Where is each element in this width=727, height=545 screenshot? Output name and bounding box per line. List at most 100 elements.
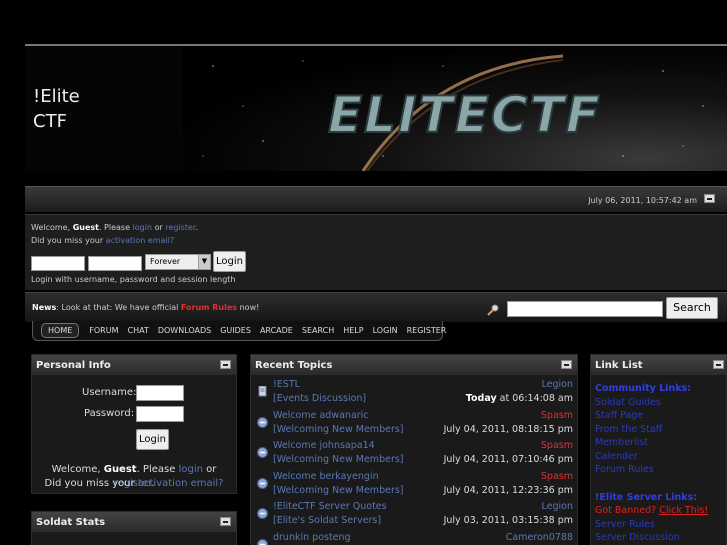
nav-search[interactable]: SEARCH [302,326,334,335]
soldat-stats-panel: Soldat Stats [31,511,237,545]
link-memberlist[interactable]: Memberlist [595,436,708,450]
topic-subject[interactable]: Welcome adwanaric [273,410,369,421]
nav-register[interactable]: REGISTER [407,326,447,335]
topic-board[interactable]: [Elite's Soldat Servers] [273,515,381,526]
document-icon [258,386,267,397]
panel-guest-name: Guest [103,464,137,475]
topic-date: July 03, 2011, 03:15:38 pm [444,515,573,526]
recent-topics-header: Recent Topics [251,355,577,375]
link-list-panel: Link List Community Links: Soldat Guides… [590,354,727,545]
link-forum-rules[interactable]: Forum Rules [595,463,708,477]
nav-downloads[interactable]: DOWNLOADS [158,326,211,335]
topic-author[interactable]: Spasm [541,410,573,421]
quick-login-button[interactable]: Login [213,251,246,272]
topic-row: Welcome johnsapa14 [Welcoming New Members… [257,440,573,470]
topic-author[interactable]: Spasm [541,471,573,482]
server-links-header: !Elite Server Links: [595,491,698,503]
community-links: Community Links: Soldat Guides Staff Pag… [595,382,708,545]
panel-activation-link[interactable]: activation email? [138,478,224,489]
topic-author[interactable]: Cameron0788 [506,532,573,543]
dropdown-arrow-icon: ▼ [198,255,210,269]
password-input[interactable] [136,406,184,422]
got-banned-text: Got Banned? [595,505,657,516]
forum-rules-link[interactable]: Forum Rules [181,303,237,312]
site-name[interactable]: !Elite CTF [33,84,80,134]
activation-link[interactable]: activation email? [106,236,174,245]
username-input[interactable] [136,385,184,401]
nav-guides[interactable]: GUIDES [220,326,251,335]
topic-author[interactable]: Legion [542,379,573,390]
search-input[interactable] [507,301,663,317]
topic-icon [257,477,268,489]
link-server-discussion[interactable]: Server Discussion [595,531,708,545]
recent-topics-title: Recent Topics [255,360,333,371]
topic-board[interactable]: [Welcoming New Members] [273,454,404,465]
collapse-link-list-icon[interactable] [713,360,724,369]
topic-icon [257,447,268,458]
topic-subject[interactable]: !EliteCTF Server Quotes [273,501,387,512]
link-list-header: Link List [591,355,726,375]
activation-text: Did you miss your activation email? [31,236,174,245]
collapse-recent-topics-icon[interactable] [561,360,572,369]
collapse-header-icon[interactable] [704,194,715,203]
search-button[interactable]: Search [666,297,718,319]
topic-date-text: July 04, 2011, 12:23:36 pm [443,484,573,496]
quick-password-input[interactable] [88,256,142,271]
link-staff-page[interactable]: Staff Page [595,409,708,423]
topic-date-bold: Today [465,393,497,404]
link-server-rules[interactable]: Server Rules [595,518,708,532]
topic-date-text: July 04, 2011, 07:10:46 pm [443,454,573,465]
personal-info-header: Personal Info [32,355,236,375]
link-soldat-guides[interactable]: Soldat Guides [595,396,708,410]
topic-author[interactable]: Spasm [541,440,573,451]
topic-subject[interactable]: Welcome johnsapa14 [273,440,375,451]
topic-board[interactable]: [Events Discussion] [273,393,366,404]
click-this-link[interactable]: Click This! [659,505,708,516]
topic-date-text: at 06:14:08 am [496,393,573,404]
banned-line: Got Banned? Click This! [595,504,708,518]
topic-board[interactable]: [Welcoming New Members] [273,424,404,435]
banner-image: ELITECTF [183,46,727,171]
soldat-stats-title: Soldat Stats [36,517,106,528]
session-length-select[interactable]: Forever ▼ [145,254,211,270]
topic-date: July 04, 2011, 12:23:36 pm [444,485,573,496]
nav-arcade[interactable]: ARCADE [260,326,293,335]
nav-help[interactable]: HELP [343,326,363,335]
nav-forum[interactable]: FORUM [89,326,118,335]
quick-username-input[interactable] [31,256,85,271]
collapse-soldat-stats-icon[interactable] [220,517,231,526]
link-from-the-staff[interactable]: From the Staff [595,423,708,437]
session-length-value: Forever [150,257,181,266]
topic-icon [257,538,268,545]
topic-subject[interactable]: !ESTL [273,379,300,390]
search-icon [487,304,499,316]
news-text: News: Look at that: We have official For… [32,303,259,312]
link-calender[interactable]: Calender [595,450,708,464]
panel-login-link[interactable]: login [179,464,203,475]
welcome-text: Welcome, Guest. Please login or register… [31,223,198,232]
panel-please-text: . Please [136,464,179,475]
personal-info-title: Personal Info [36,360,111,371]
personal-info-panel: Personal Info Username: Password: Login … [31,354,237,494]
panel-welcome-prefix: Welcome, [51,464,104,475]
register-link[interactable]: register [165,223,195,232]
login-link[interactable]: login [133,223,153,232]
site-name-line2: CTF [33,111,67,132]
missed-prefix: Did you miss your [31,236,106,245]
topic-date: July 04, 2011, 08:18:15 pm [444,424,573,435]
topic-author[interactable]: Legion [542,501,573,512]
nav-login[interactable]: LOGIN [373,326,398,335]
link-list-title: Link List [595,360,643,371]
topic-row: Welcome berkayengin [Welcoming New Member… [257,471,573,501]
guest-name: Guest [72,223,99,232]
collapse-personal-info-icon[interactable] [220,360,231,369]
topic-subject[interactable]: Welcome berkayengin [273,471,379,482]
topic-icon [257,416,268,428]
nav-home[interactable]: HOME [41,323,80,338]
nav-chat[interactable]: CHAT [128,326,149,335]
topic-board[interactable]: [Welcoming New Members] [273,485,404,496]
banner-text: ELITECTF [328,86,602,144]
panel-or-text: or [202,464,217,475]
topic-subject[interactable]: drunkin posteng [273,532,351,543]
panel-login-button[interactable]: Login [136,429,169,450]
